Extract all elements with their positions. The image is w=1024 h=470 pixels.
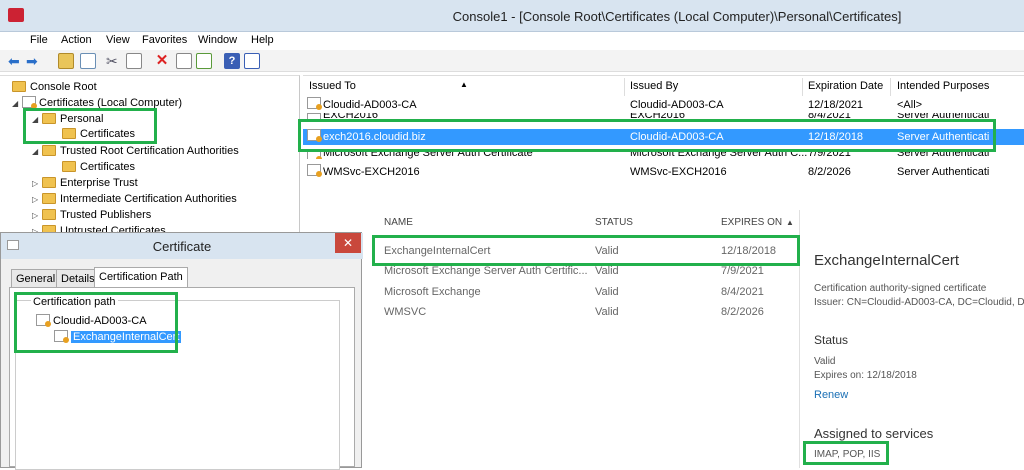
collapsed-arrow-icon[interactable]: ▷ — [32, 192, 38, 207]
certificate-store-icon — [22, 96, 37, 109]
export-list-icon[interactable] — [196, 53, 212, 69]
list-item[interactable]: Microsoft Exchange Valid 8/4/2021 — [372, 282, 797, 302]
up-folder-icon[interactable] — [58, 53, 74, 69]
tree-item-console-root[interactable]: Console Root — [12, 80, 97, 95]
certification-path-tree[interactable]: Cloudid-AD003-CA ExchangeInternalCert — [15, 300, 340, 470]
column-name[interactable]: NAME — [384, 217, 413, 228]
detail-cert-name: ExchangeInternalCert — [814, 252, 960, 269]
certificate-icon — [307, 149, 322, 159]
sort-up-icon: ▲ — [460, 80, 468, 89]
sort-up-icon: ▲ — [786, 218, 794, 227]
expanded-arrow-icon[interactable]: ◢ — [32, 144, 38, 159]
title-bar: Console1 - [Console Root\Certificates (L… — [0, 0, 1024, 32]
column-issued-by[interactable]: Issued By — [630, 80, 678, 96]
folder-icon — [62, 161, 76, 172]
list-item[interactable]: WMSVC Valid 8/2/2026 — [372, 302, 797, 322]
table-row[interactable]: Microsoft Exchange Server Auth Certifica… — [303, 149, 1024, 159]
path-item-leaf-cert[interactable]: ExchangeInternalCert — [54, 330, 182, 345]
details-pane: ExchangeInternalCert Certification autho… — [799, 210, 1024, 468]
column-separator[interactable] — [802, 78, 803, 96]
certificate-icon — [307, 164, 322, 177]
tree-item-personal-certificates[interactable]: Certificates — [62, 127, 135, 142]
eac-certificates-panel: NAME STATUS EXPIRES ON ▲ ExchangeInterna… — [362, 210, 1024, 468]
copy-icon[interactable] — [126, 53, 142, 69]
folder-icon — [12, 81, 26, 92]
certificate-list: Issued To ▲ Issued By Expiration Date In… — [303, 75, 1024, 210]
dialog-title: Certificate — [152, 239, 212, 254]
table-row[interactable]: WMSvc-EXCH2016 WMSvc-EXCH2016 8/2/2026 S… — [303, 164, 1024, 180]
close-icon[interactable]: ✕ — [335, 233, 361, 253]
tree-item-personal[interactable]: ◢ Personal — [32, 112, 103, 127]
expanded-arrow-icon[interactable]: ◢ — [32, 112, 38, 127]
column-issued-to[interactable]: Issued To — [309, 80, 356, 96]
folder-icon — [42, 113, 56, 124]
window-title: Console1 - [Console Root\Certificates (L… — [452, 9, 902, 24]
assigned-services-value: IMAP, POP, IIS — [814, 449, 881, 460]
collapsed-arrow-icon[interactable]: ▷ — [32, 208, 38, 223]
tree-item-trusted-root-certificates[interactable]: Certificates — [62, 160, 135, 175]
detail-issuer: Issuer: CN=Cloudid-AD003-CA, DC=Cloudid,… — [814, 297, 1024, 308]
show-hide-action-pane-icon[interactable] — [244, 53, 260, 69]
table-row[interactable]: Cloudid-AD003-CA Cloudid-AD003-CA 12/18/… — [303, 97, 1024, 113]
folder-icon — [42, 177, 56, 188]
assigned-services-heading: Assigned to services — [814, 426, 934, 441]
certificate-icon — [307, 113, 322, 122]
menu-help[interactable]: Help — [251, 34, 274, 46]
tree-item-intermediate-ca[interactable]: ▷ Intermediate Certification Authorities — [32, 192, 237, 207]
list-item-selected[interactable]: ExchangeInternalCert Valid 12/18/2018 — [372, 241, 797, 261]
menu-bar: File Action View Favorites Window Help — [0, 32, 1024, 50]
tree-item-certificates-local-computer[interactable]: ◢ Certificates (Local Computer) — [12, 96, 182, 111]
detail-cert-type: Certification authority-signed certifica… — [814, 283, 987, 294]
dialog-title-bar: Certificate ✕ — [1, 233, 363, 259]
expanded-arrow-icon[interactable]: ◢ — [12, 96, 18, 111]
cut-icon[interactable]: ✂ — [106, 53, 122, 69]
menu-view[interactable]: View — [106, 34, 130, 46]
status-value: Valid — [814, 356, 836, 367]
table-row[interactable]: EXCH2016 EXCH2016 8/4/2021 Server Authen… — [303, 113, 1024, 122]
column-intended-purposes[interactable]: Intended Purposes — [897, 80, 989, 96]
tab-general[interactable]: General — [11, 269, 61, 287]
status-heading: Status — [814, 333, 849, 347]
folder-icon — [42, 193, 56, 204]
tree-item-trusted-root[interactable]: ◢ Trusted Root Certification Authorities — [32, 144, 239, 159]
menu-favorites[interactable]: Favorites — [142, 34, 187, 46]
app-icon — [8, 8, 24, 22]
menu-action[interactable]: Action — [61, 34, 92, 46]
column-status[interactable]: STATUS — [595, 217, 633, 228]
certificate-icon — [36, 314, 51, 327]
forward-arrow-icon[interactable]: ➡ — [26, 53, 42, 69]
menu-file[interactable]: File — [30, 34, 48, 46]
expires-on-text: Expires on: 12/18/2018 — [814, 370, 917, 381]
certification-path-label: Certification path — [31, 296, 118, 308]
path-item-root-ca[interactable]: Cloudid-AD003-CA — [36, 314, 147, 329]
column-expires-on[interactable]: EXPIRES ON — [721, 217, 782, 228]
certificate-icon — [54, 330, 69, 343]
certificate-dialog: Certificate ✕ General Details Certificat… — [0, 232, 363, 470]
help-icon[interactable]: ? — [224, 53, 240, 69]
tree-item-enterprise-trust[interactable]: ▷ Enterprise Trust — [32, 176, 138, 191]
properties-icon[interactable] — [176, 53, 192, 69]
renew-link[interactable]: Renew — [814, 389, 848, 401]
column-separator[interactable] — [890, 78, 891, 96]
console-tree: Console Root ◢ Certificates (Local Comput… — [0, 75, 300, 237]
collapsed-arrow-icon[interactable]: ▷ — [32, 176, 38, 191]
column-expiration-date[interactable]: Expiration Date — [808, 80, 883, 96]
menu-window[interactable]: Window — [198, 34, 237, 46]
delete-icon[interactable]: ✕ — [154, 53, 170, 69]
toolbar: ⬅ ➡ ✂ ✕ ? — [0, 50, 1024, 72]
back-arrow-icon[interactable]: ⬅ — [8, 53, 24, 69]
table-row-selected[interactable]: exch2016.cloudid.biz Cloudid-AD003-CA 12… — [303, 129, 1024, 145]
list-item[interactable]: Microsoft Exchange Server Auth Certific.… — [372, 261, 797, 281]
column-separator[interactable] — [624, 78, 625, 96]
folder-icon — [62, 128, 76, 139]
tree-item-trusted-publishers[interactable]: ▷ Trusted Publishers — [32, 208, 151, 223]
show-hide-tree-icon[interactable] — [80, 53, 96, 69]
folder-icon — [42, 209, 56, 220]
certificate-icon — [307, 97, 322, 110]
certificate-icon — [307, 129, 322, 142]
tab-certification-path[interactable]: Certification Path — [94, 267, 188, 288]
folder-icon — [42, 145, 56, 156]
